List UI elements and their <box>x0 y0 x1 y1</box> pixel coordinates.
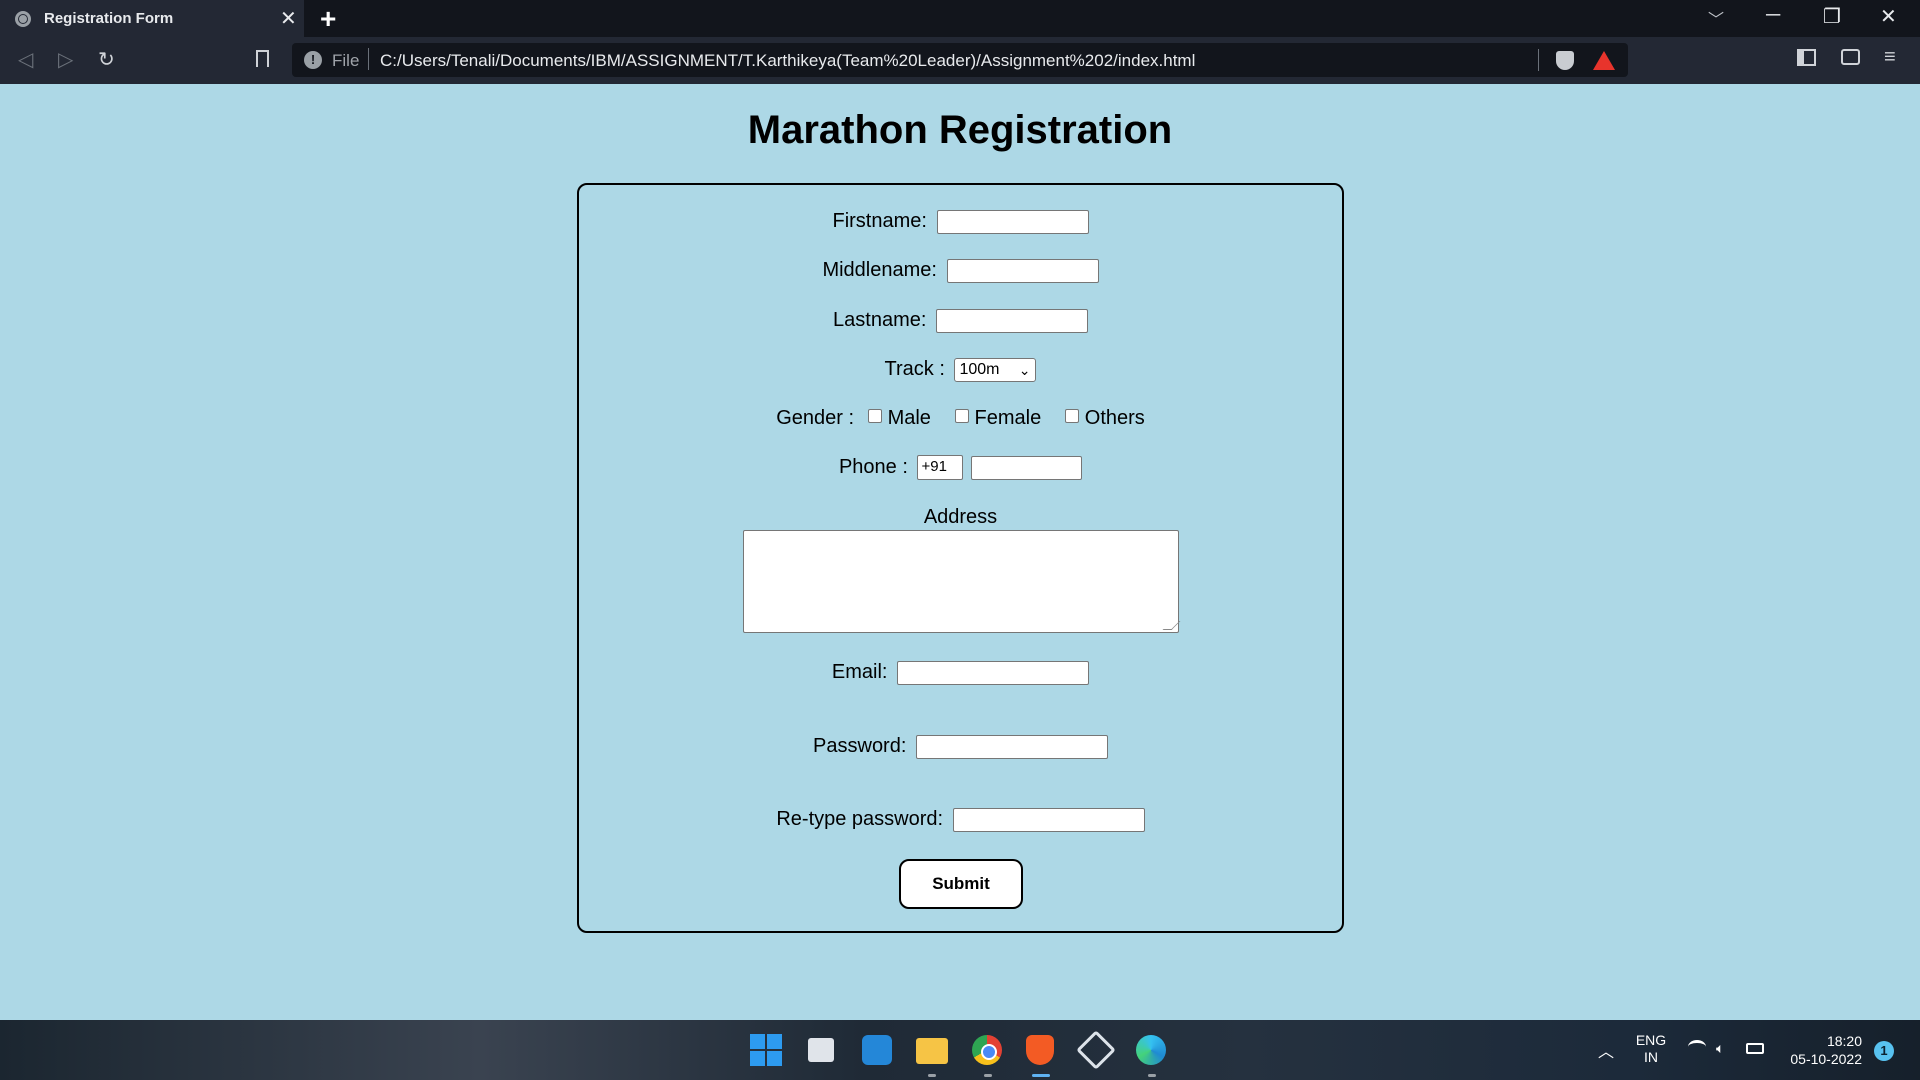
password-row: Password: <box>579 735 1342 759</box>
volume-icon[interactable]: 🔈︎ <box>1716 1040 1732 1056</box>
reload-button[interactable]: ↻ <box>98 47 115 72</box>
phone-number-input[interactable] <box>971 455 1083 480</box>
clock-time: 18:20 <box>1826 1033 1862 1049</box>
password-input[interactable] <box>915 735 1108 759</box>
track-selected-value: 100m <box>959 361 1000 378</box>
clock-date: 05-10-2022 <box>1790 1051 1862 1067</box>
scheme-label: File <box>332 51 360 70</box>
tab-title: Registration Form <box>44 10 174 27</box>
lastname-row: Lastname: <box>579 309 1342 333</box>
back-button[interactable]: ◁ <box>18 47 33 72</box>
retype-password-row: Re-type password: <box>579 808 1342 832</box>
gender-others-label: Others <box>1084 407 1145 429</box>
gender-male-checkbox[interactable] <box>867 408 882 423</box>
track-row: Track : 100m ⌄ <box>579 358 1342 382</box>
tab-search-chevron-icon[interactable]: ﹀ <box>1708 6 1724 30</box>
region-code: IN <box>1644 1049 1658 1065</box>
address-textarea[interactable] <box>743 530 1179 633</box>
brave-icon[interactable] <box>1026 1035 1054 1065</box>
phone-code-input[interactable]: +91 <box>917 455 964 480</box>
tray-chevron-up-icon[interactable]: ︿ <box>1598 1038 1614 1062</box>
info-icon[interactable]: ! <box>304 51 322 69</box>
registration-form: Firstname: Middlename: Lastname: Track :… <box>577 183 1344 933</box>
brave-rewards-icon[interactable] <box>1593 51 1615 70</box>
email-input[interactable] <box>897 661 1090 685</box>
chrome-running-indicator <box>984 1074 992 1077</box>
retype-password-label: Re-type password: <box>776 808 944 831</box>
windows-taskbar: ︿ ENG IN 🔈︎ 18:20 05-10-2022 1 <box>0 1020 1920 1080</box>
vscode-icon[interactable] <box>862 1035 892 1065</box>
gender-female-label: Female <box>974 407 1042 429</box>
forward-button[interactable]: ▷ <box>58 47 73 72</box>
browser-tab-bar: Registration Form ✕ + ﹀ ─ ❐ ✕ <box>0 0 1920 37</box>
address-label: Address <box>923 506 998 528</box>
language-code: ENG <box>1635 1032 1667 1048</box>
wallet-icon[interactable] <box>1841 49 1860 65</box>
edge-running-indicator <box>1148 1074 1156 1077</box>
task-view-icon[interactable] <box>808 1038 834 1062</box>
explorer-running-indicator <box>928 1074 936 1077</box>
wifi-icon[interactable] <box>1688 1040 1706 1054</box>
virtualbox-icon[interactable] <box>1076 1030 1116 1070</box>
battery-icon[interactable] <box>1746 1043 1764 1054</box>
brave-active-indicator <box>1032 1074 1050 1077</box>
gender-male-label: Male <box>887 407 931 429</box>
menu-icon[interactable]: ≡ <box>1884 46 1896 69</box>
chevron-down-icon: ⌄ <box>1018 362 1031 378</box>
track-select[interactable]: 100m ⌄ <box>954 358 1037 382</box>
firstname-label: Firstname: <box>832 210 927 233</box>
lastname-label: Lastname: <box>833 309 927 332</box>
url-divider <box>1538 49 1539 71</box>
minimize-button[interactable]: ─ <box>1766 4 1780 27</box>
url-separator <box>368 48 369 70</box>
globe-icon <box>15 11 31 27</box>
address-bar[interactable]: ! File C:/Users/Tenali/Documents/IBM/ASS… <box>292 43 1628 77</box>
submit-button[interactable]: Submit <box>899 859 1023 909</box>
restore-button[interactable]: ❐ <box>1823 4 1841 29</box>
page-title: Marathon Registration <box>747 108 1173 152</box>
chrome-icon[interactable] <box>972 1035 1002 1065</box>
close-window-button[interactable]: ✕ <box>1880 4 1897 29</box>
gender-row: Gender : Male Female Others <box>579 407 1342 430</box>
middlename-label: Middlename: <box>822 259 937 282</box>
tab-registration-form[interactable]: Registration Form ✕ <box>0 0 304 37</box>
file-explorer-icon[interactable] <box>916 1038 948 1064</box>
gender-others-checkbox[interactable] <box>1064 408 1079 423</box>
gender-label: Gender : <box>776 407 855 429</box>
new-tab-button[interactable]: + <box>320 3 336 35</box>
url-text[interactable]: C:/Users/Tenali/Documents/IBM/ASSIGNMENT… <box>380 51 1195 71</box>
phone-label: Phone : <box>838 455 908 478</box>
bookmark-icon[interactable] <box>256 50 269 67</box>
sidebar-icon[interactable] <box>1797 49 1816 66</box>
retype-password-input[interactable] <box>952 808 1145 832</box>
language-indicator[interactable]: ENG IN <box>1634 1032 1668 1066</box>
middlename-row: Middlename: <box>579 259 1342 283</box>
email-row: Email: <box>579 661 1342 685</box>
phone-row: Phone : +91 <box>579 455 1342 480</box>
clock[interactable]: 18:20 05-10-2022 <box>1776 1032 1862 1068</box>
password-label: Password: <box>813 735 907 758</box>
middlename-input[interactable] <box>946 259 1099 283</box>
notification-badge[interactable]: 1 <box>1874 1041 1894 1061</box>
lastname-input[interactable] <box>935 309 1088 333</box>
track-label: Track : <box>884 358 945 381</box>
browser-toolbar: ◁ ▷ ↻ ! File C:/Users/Tenali/Documents/I… <box>0 37 1920 84</box>
edge-icon[interactable] <box>1136 1035 1166 1065</box>
firstname-input[interactable] <box>936 210 1089 234</box>
windows-start-icon[interactable] <box>750 1034 782 1066</box>
gender-female-checkbox[interactable] <box>954 408 969 423</box>
brave-shield-icon[interactable] <box>1556 51 1574 70</box>
tab-close-button[interactable]: ✕ <box>280 6 297 31</box>
firstname-row: Firstname: <box>579 210 1342 234</box>
email-label: Email: <box>831 661 888 684</box>
